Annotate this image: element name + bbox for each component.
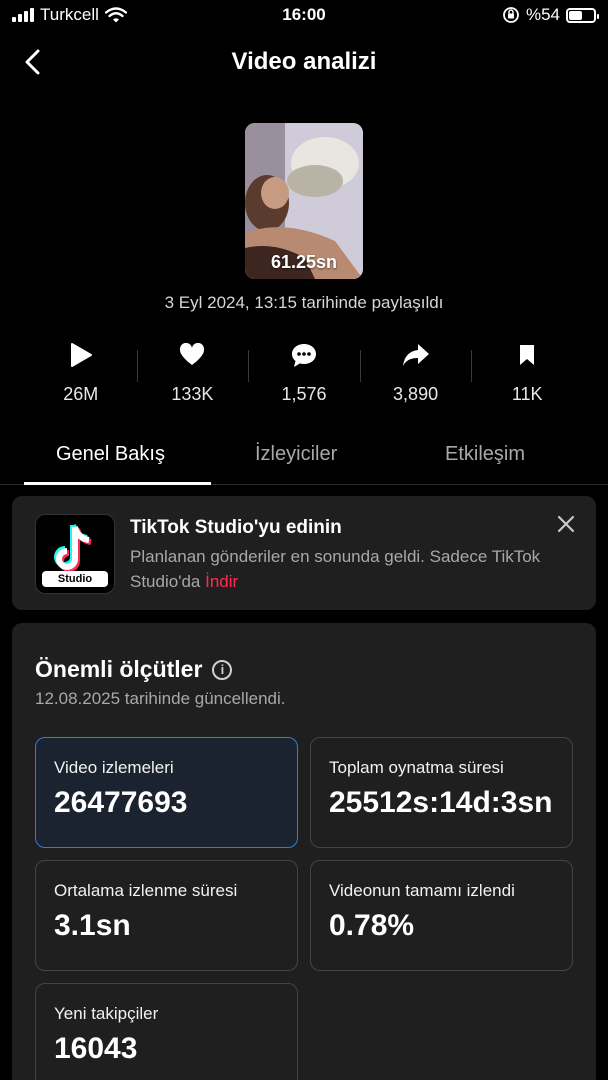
comment-icon <box>291 344 316 367</box>
close-icon[interactable] <box>556 514 576 534</box>
video-duration: 61.25sn <box>270 252 338 272</box>
metric-label: Toplam oynatma süresi <box>329 758 504 777</box>
studio-badge: Studio <box>42 571 108 587</box>
metric-label: Ortalama izlenme süresi <box>54 881 238 900</box>
bookmark-icon <box>520 345 535 365</box>
tab-bar: Genel Bakış İzleyiciler Etkileşim <box>0 435 608 485</box>
info-icon[interactable]: i <box>212 659 233 680</box>
metric-new-followers[interactable]: Yeni takipçiler 16043 <box>35 983 298 1080</box>
stat-comments: 1,576 <box>248 340 360 410</box>
status-bar: Turkcell 16:00 %54 <box>0 0 608 30</box>
page-title: Video analizi <box>231 48 377 75</box>
header: Video analizi <box>0 38 608 86</box>
stat-comments-value: 1,576 <box>281 384 327 404</box>
stat-shares-value: 3,890 <box>393 384 439 404</box>
play-icon <box>70 343 92 367</box>
metric-label: Videonun tamamı izlendi <box>329 881 515 900</box>
stat-views: 26M <box>25 340 137 410</box>
video-thumbnail[interactable]: 61.25sn <box>245 123 363 279</box>
battery-percent: %54 <box>525 5 560 24</box>
metric-total-watch-time[interactable]: Toplam oynatma süresi 25512s:14d:3sn <box>310 737 573 848</box>
battery-icon <box>566 7 599 23</box>
tab-viewers[interactable]: İzleyiciler <box>255 443 337 466</box>
metric-full-watch-rate[interactable]: Videonun tamamı izlendi 0.78% <box>310 860 573 971</box>
metric-value: 16043 <box>54 1032 138 1065</box>
stat-views-value: 26M <box>63 384 99 404</box>
posted-date: 3 Eyl 2024, 13:15 tarihinde paylaşıldı <box>164 293 444 312</box>
metric-value: 3.1sn <box>54 909 131 942</box>
metric-value: 0.78% <box>329 909 415 942</box>
stat-likes-value: 133K <box>171 384 214 404</box>
metrics-title: Önemli ölçütler <box>35 656 203 682</box>
metric-value: 25512s:14d:3sn <box>329 786 553 819</box>
active-tab-indicator <box>24 482 211 485</box>
metric-value: 26477693 <box>54 786 188 819</box>
metrics-heading: Önemli ölçütler i <box>35 656 233 683</box>
metrics-updated: 12.08.2025 tarihinde güncellendi. <box>35 689 286 708</box>
key-metrics-card: Önemli ölçütler i 12.08.2025 tarihinde g… <box>12 623 596 1080</box>
tab-overview[interactable]: Genel Bakış <box>56 443 165 466</box>
metric-video-views[interactable]: Video izlemeleri 26477693 <box>35 737 298 848</box>
tab-engagement[interactable]: Etkileşim <box>445 443 525 466</box>
orientation-lock-icon <box>503 7 519 23</box>
promo-title: TikTok Studio'yu edinin <box>130 517 342 538</box>
metric-label: Yeni takipçiler <box>54 1004 159 1023</box>
metric-label: Video izlemeleri <box>54 758 174 777</box>
metric-avg-watch-time[interactable]: Ortalama izlenme süresi 3.1sn <box>35 860 298 971</box>
stat-shares: 3,890 <box>359 340 472 410</box>
heart-icon <box>180 343 205 365</box>
studio-promo-card[interactable]: Studio TikTok Studio'yu edinin Planlanan… <box>12 496 596 610</box>
engagement-stats: 26M 133K 1,576 3,890 11K <box>25 340 583 410</box>
stat-likes: 133K <box>136 340 249 410</box>
stat-saves-value: 11K <box>511 384 543 404</box>
stat-saves: 11K <box>471 340 583 410</box>
share-icon <box>402 344 429 366</box>
promo-description-text: Planlanan gönderiler en sonunda geldi. S… <box>130 547 541 591</box>
promo-description: Planlanan gönderiler en sonunda geldi. S… <box>130 544 550 594</box>
download-link[interactable]: İndir <box>205 572 238 591</box>
tiktok-studio-logo: Studio <box>35 514 115 594</box>
